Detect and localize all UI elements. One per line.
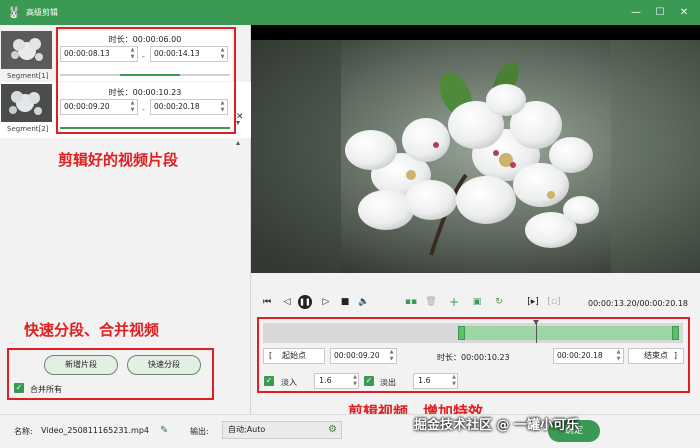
add-icon[interactable]: +	[447, 295, 461, 309]
edit-panel: [起始点 00:00:09.20 ▲ ▼ 时长：00:00:10.23 00:00…	[257, 319, 690, 392]
edit-name-icon[interactable]: ✎	[160, 425, 168, 436]
delete-icon[interactable]: 🗑	[424, 295, 438, 309]
split-icon[interactable]: ▪▪	[404, 295, 418, 309]
segment-panel: 时长：00:00:10.23 00:00:09.20 ▲ ▼ - 00:00:20…	[58, 84, 232, 134]
selected-range	[460, 326, 677, 340]
name-label: 名称:	[14, 427, 33, 436]
crop-icon[interactable]: [▸]	[526, 295, 540, 309]
spin-arrows-icon[interactable]: ▲ ▼	[219, 47, 226, 61]
close-icon[interactable]: ✕	[674, 3, 694, 23]
segment-label: Segment[2]	[7, 125, 49, 133]
video-preview[interactable]	[251, 25, 700, 273]
fade-out-field[interactable]: 1.6 ▲ ▼	[413, 373, 458, 389]
fade-in-field[interactable]: 1.6 ▲ ▼	[314, 373, 359, 389]
segment-row[interactable]: Segment[1] 时长：00:00:06.00 00:00:08.13 ▲ ▼…	[0, 29, 251, 85]
minimize-icon[interactable]: —	[626, 3, 646, 23]
playhead[interactable]	[536, 323, 537, 343]
window-controls: — ☐ ✕	[622, 0, 694, 25]
segment-separator: -	[142, 105, 145, 114]
rabbit-icon: 🐰	[7, 6, 21, 19]
segment-thumbnail	[1, 84, 52, 122]
segment-end-field[interactable]: 00:00:20.18 ▲ ▼	[150, 99, 228, 115]
segment-panel: 时长：00:00:06.00 00:00:08.13 ▲ ▼ - 00:00:14…	[58, 31, 232, 81]
spin-arrows-icon[interactable]: ▲ ▼	[452, 374, 456, 388]
end-time-field[interactable]: 00:00:20.18 ▲ ▼	[553, 348, 624, 364]
segment-row[interactable]: Segment[2] 时长：00:00:10.23 00:00:09.20 ▲ ▼…	[0, 82, 251, 138]
segment-progress	[60, 74, 230, 76]
merge-all-checkbox[interactable]: ✓	[14, 383, 24, 393]
stop-icon[interactable]: ■	[338, 295, 352, 309]
spin-arrows-icon[interactable]: ▲ ▼	[353, 374, 357, 388]
trim-timeline[interactable]	[263, 320, 683, 343]
spin-arrows-icon[interactable]: ▲ ▼	[615, 349, 622, 363]
pause-icon[interactable]: ❚❚	[298, 295, 312, 309]
annotation-segments: 剪辑好的视频片段	[58, 151, 179, 169]
step-back-icon[interactable]: ◁	[280, 295, 294, 309]
window-title: 高级剪辑	[26, 8, 58, 17]
playback-toolbar: ⏮ ◁ ❚❚ ▷ ■ 🔈 ▪▪ 🗑 + ▣ ↻ [▸] [▫] 00:00:13…	[251, 291, 700, 315]
segment-start-field[interactable]: 00:00:09.20 ▲ ▼	[60, 99, 138, 115]
segment-end-field[interactable]: 00:00:14.13 ▲ ▼	[150, 46, 228, 62]
merge-all-label: 合并所有	[30, 385, 62, 394]
aspect-icon[interactable]: [▫]	[547, 295, 561, 309]
fade-in-checkbox[interactable]: ✓	[264, 376, 274, 386]
title-bar: 🐰 高级剪辑 — ☐ ✕	[0, 0, 700, 25]
output-select[interactable]: 自动;Auto ⚙	[222, 421, 342, 439]
file-name: Video_250811165231.mp4	[41, 426, 149, 435]
fade-in-label: 淡入	[281, 378, 297, 387]
set-end-button[interactable]: 结束点]	[628, 348, 684, 364]
segment-separator: -	[142, 52, 145, 61]
segment-start-field[interactable]: 00:00:08.13 ▲ ▼	[60, 46, 138, 62]
app-window: 🐰 高级剪辑 — ☐ ✕ Segment[1] 时长：00:00:06.00 0…	[0, 0, 700, 448]
rotate-icon[interactable]: ↻	[492, 295, 506, 309]
output-label: 输出:	[190, 427, 209, 436]
fade-out-checkbox[interactable]: ✓	[364, 376, 374, 386]
segment-label: Segment[1]	[7, 72, 49, 80]
copy-icon[interactable]: ▣	[470, 295, 484, 309]
left-pane: Segment[1] 时长：00:00:06.00 00:00:08.13 ▲ ▼…	[0, 25, 251, 414]
set-start-button[interactable]: [起始点	[263, 348, 325, 364]
segment-progress	[60, 127, 230, 129]
fade-out-label: 淡出	[380, 378, 396, 387]
segment-thumbnail	[1, 31, 52, 69]
scrollbar[interactable]	[236, 121, 240, 145]
volume-icon[interactable]: 🔈	[357, 295, 371, 309]
spin-arrows-icon[interactable]: ▲ ▼	[388, 349, 395, 363]
new-segment-button[interactable]: 新增片段	[44, 355, 118, 375]
skip-start-icon[interactable]: ⏮	[260, 295, 274, 309]
range-start-handle[interactable]	[458, 326, 465, 340]
spin-arrows-icon[interactable]: ▲ ▼	[129, 47, 136, 61]
spin-arrows-icon[interactable]: ▲ ▼	[129, 100, 136, 114]
segment-duration: 时长：00:00:10.23	[108, 88, 182, 97]
start-time-field[interactable]: 00:00:09.20 ▲ ▼	[330, 348, 397, 364]
gear-icon[interactable]: ⚙	[328, 422, 337, 438]
range-end-handle[interactable]	[672, 326, 679, 340]
duration-label: 时长：00:00:10.23	[437, 353, 510, 362]
ok-button[interactable]: 确定	[548, 420, 600, 442]
time-readout: 00:00:13.20/00:00:20.18	[588, 299, 688, 308]
spin-arrows-icon[interactable]: ▲ ▼	[219, 100, 226, 114]
maximize-icon[interactable]: ☐	[650, 3, 670, 23]
annotation-split-merge: 快速分段、合并视频	[24, 321, 160, 339]
quick-split-button[interactable]: 快速分段	[127, 355, 201, 375]
segment-list: Segment[1] 时长：00:00:06.00 00:00:08.13 ▲ ▼…	[0, 25, 251, 138]
playhead-marker-icon[interactable]	[533, 320, 539, 325]
segment-duration: 时长：00:00:06.00	[108, 35, 182, 44]
step-forward-icon[interactable]: ▷	[319, 295, 333, 309]
